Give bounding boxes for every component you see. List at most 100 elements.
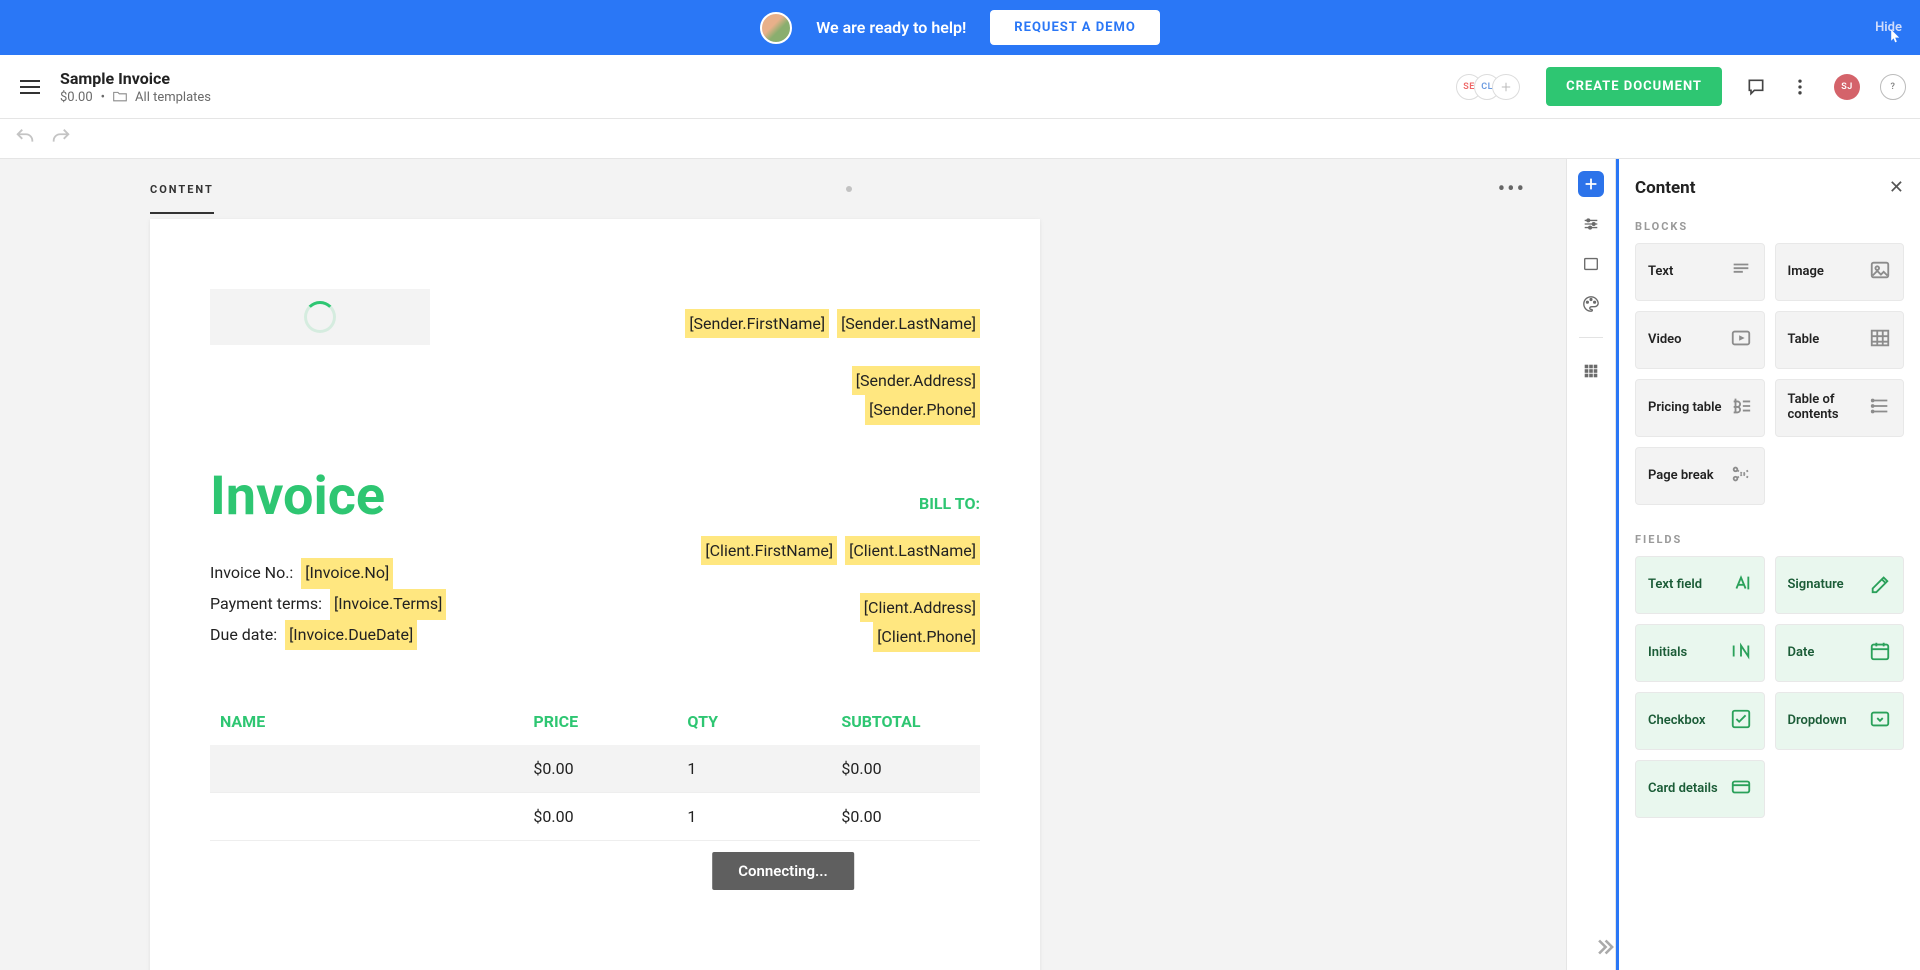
image-placeholder[interactable] (210, 289, 430, 345)
promo-banner: We are ready to help! REQUEST A DEMO Hid… (0, 0, 1920, 55)
due-date-value[interactable]: [Invoice.DueDate] (285, 620, 417, 651)
block-table[interactable]: Table (1775, 311, 1905, 369)
calendar-icon (1869, 640, 1891, 666)
collaborator-avatars[interactable]: SE CL (1464, 74, 1520, 100)
apps-grid-icon[interactable] (1578, 358, 1604, 384)
sender-lastname[interactable]: [Sender.LastName] (837, 309, 980, 338)
field-card-details[interactable]: Card details (1635, 760, 1765, 818)
document-title[interactable]: Sample Invoice (60, 69, 211, 88)
cell-name[interactable] (210, 745, 533, 793)
table-icon (1869, 327, 1891, 353)
cell-subtotal[interactable]: $0.00 (841, 793, 980, 841)
line-items-table[interactable]: NAME PRICE QTY SUBTOTAL $0.00 1 $0.00 (210, 698, 980, 841)
dropdown-icon (1869, 708, 1891, 734)
checkbox-icon (1730, 708, 1752, 734)
th-price: PRICE (533, 698, 687, 745)
page-indicator-dot (846, 186, 852, 192)
create-document-button[interactable]: CREATE DOCUMENT (1546, 67, 1722, 106)
field-initials[interactable]: Initials (1635, 624, 1765, 682)
fullscreen-icon[interactable] (1578, 251, 1604, 277)
menu-icon[interactable] (14, 74, 46, 100)
text-icon (1730, 259, 1752, 285)
redo-icon[interactable] (50, 126, 72, 152)
spinner-icon (304, 301, 336, 333)
image-icon (1869, 259, 1891, 285)
section-blocks-label: BLOCKS (1635, 220, 1904, 233)
video-icon (1730, 327, 1752, 353)
payment-terms-label: Payment terms: (210, 594, 322, 613)
cell-subtotal[interactable]: $0.00 (841, 745, 980, 793)
th-subtotal: SUBTOTAL (841, 698, 980, 745)
due-date-label: Due date: (210, 625, 277, 644)
cursor-icon (1888, 28, 1904, 44)
card-icon (1730, 776, 1752, 802)
scissors-icon (1730, 463, 1752, 489)
invoice-no-label: Invoice No.: (210, 563, 293, 582)
invoice-no-value[interactable]: [Invoice.No] (301, 558, 393, 589)
toc-icon (1869, 395, 1891, 421)
palette-icon[interactable] (1578, 291, 1604, 317)
content-panel: Content ✕ BLOCKS Text Image Video Table (1616, 159, 1920, 970)
block-video[interactable]: Video (1635, 311, 1765, 369)
client-block[interactable]: [Client.FirstName] [Client.LastName] [Cl… (697, 536, 980, 652)
invoice-heading[interactable]: Invoice (210, 465, 980, 528)
request-demo-button[interactable]: REQUEST A DEMO (990, 10, 1160, 45)
textfield-icon (1730, 572, 1752, 598)
tab-content[interactable]: CONTENT (150, 183, 214, 196)
field-text[interactable]: Text field (1635, 556, 1765, 614)
tune-icon[interactable] (1578, 211, 1604, 237)
user-avatar[interactable]: SJ (1834, 74, 1860, 100)
add-content-button[interactable] (1578, 171, 1604, 197)
canvas[interactable]: CONTENT ••• [Sender.FirstName] [Sender.L… (0, 159, 1566, 970)
collapse-panel-icon[interactable] (1590, 934, 1616, 960)
field-date[interactable]: Date (1775, 624, 1905, 682)
signature-icon (1869, 572, 1891, 598)
client-firstname[interactable]: [Client.FirstName] (701, 536, 837, 565)
folder-icon (113, 91, 127, 103)
history-toolbar (0, 119, 1920, 159)
add-collaborator-button[interactable] (1492, 74, 1520, 100)
banner-text: We are ready to help! (816, 18, 966, 37)
comment-icon[interactable] (1746, 77, 1766, 97)
document-page[interactable]: [Sender.FirstName] [Sender.LastName] [Se… (150, 219, 1040, 970)
client-lastname[interactable]: [Client.LastName] (845, 536, 980, 565)
cell-price[interactable]: $0.00 (533, 793, 687, 841)
panel-title: Content (1635, 178, 1695, 198)
cell-qty[interactable]: 1 (687, 745, 841, 793)
cell-name[interactable] (210, 793, 533, 841)
block-image[interactable]: Image (1775, 243, 1905, 301)
payment-terms-value[interactable]: [Invoice.Terms] (330, 589, 446, 620)
undo-icon[interactable] (14, 126, 36, 152)
block-toc[interactable]: Table of contents (1775, 379, 1905, 437)
client-address[interactable]: [Client.Address] (860, 593, 980, 622)
close-icon[interactable]: ✕ (1889, 177, 1904, 198)
topbar: Sample Invoice $0.00 • All templates SE … (0, 55, 1920, 119)
th-qty: QTY (687, 698, 841, 745)
block-pricing-table[interactable]: Pricing table (1635, 379, 1765, 437)
connecting-toast: Connecting... (712, 852, 854, 890)
field-checkbox[interactable]: Checkbox (1635, 692, 1765, 750)
block-page-break[interactable]: Page break (1635, 447, 1765, 505)
sender-address[interactable]: [Sender.Address] (852, 366, 980, 395)
cell-qty[interactable]: 1 (687, 793, 841, 841)
client-phone[interactable]: [Client.Phone] (873, 622, 980, 651)
table-row[interactable]: $0.00 1 $0.00 (210, 745, 980, 793)
main: CONTENT ••• [Sender.FirstName] [Sender.L… (0, 159, 1920, 970)
table-row[interactable]: $0.00 1 $0.00 (210, 793, 980, 841)
field-dropdown[interactable]: Dropdown (1775, 692, 1905, 750)
sender-phone[interactable]: [Sender.Phone] (865, 395, 980, 424)
th-name: NAME (210, 698, 533, 745)
banner-avatar (760, 12, 792, 44)
sender-firstname[interactable]: [Sender.FirstName] (685, 309, 829, 338)
field-signature[interactable]: Signature (1775, 556, 1905, 614)
section-fields-label: FIELDS (1635, 533, 1904, 546)
breadcrumb-link[interactable]: All templates (135, 90, 211, 105)
block-text[interactable]: Text (1635, 243, 1765, 301)
pricing-icon (1730, 395, 1752, 421)
sender-block[interactable]: [Sender.FirstName] [Sender.LastName] [Se… (681, 309, 980, 425)
page-options-icon[interactable]: ••• (1498, 177, 1526, 202)
kebab-menu-icon[interactable] (1790, 77, 1810, 97)
cell-price[interactable]: $0.00 (533, 745, 687, 793)
bill-to-label: BILL TO: (919, 494, 980, 513)
help-icon[interactable]: ? (1880, 74, 1906, 100)
